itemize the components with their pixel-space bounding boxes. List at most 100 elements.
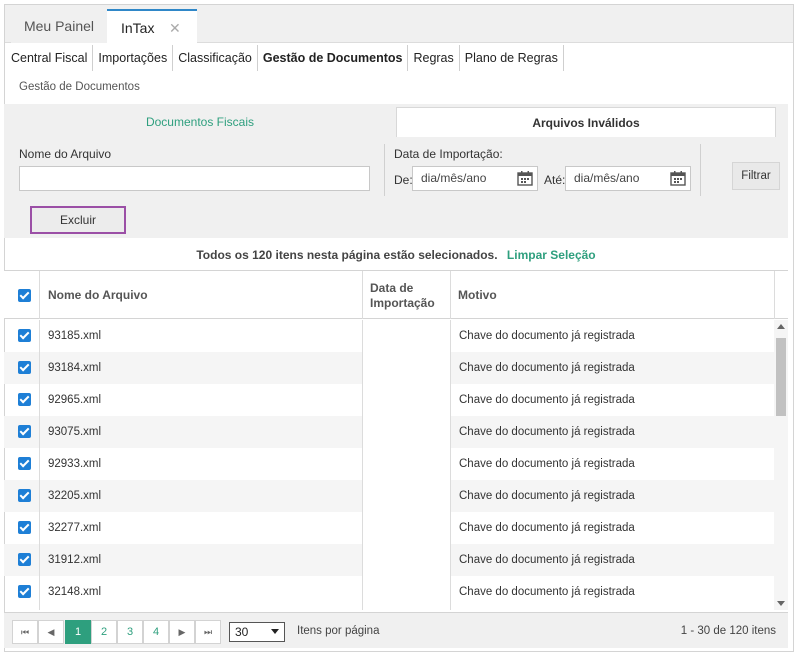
divider: [700, 144, 701, 196]
import-date-label: Data de Importação:: [394, 147, 503, 161]
column-header-reason-label: Motivo: [458, 288, 497, 302]
row-checkbox[interactable]: [18, 585, 31, 598]
table-row[interactable]: 92933.xml Chave do documento já registrad…: [4, 448, 774, 480]
close-icon[interactable]: ✕: [169, 11, 181, 45]
row-checkbox[interactable]: [18, 393, 31, 406]
filename-input[interactable]: [19, 166, 370, 191]
from-date-input[interactable]: dia/mês/ano: [412, 166, 538, 191]
column-divider: [774, 271, 775, 319]
column-divider: [39, 320, 40, 610]
delete-button[interactable]: Excluir: [30, 206, 126, 234]
grid-scrollbar[interactable]: [774, 320, 788, 610]
row-checkbox[interactable]: [18, 425, 31, 438]
next-page-button[interactable]: ▶: [169, 620, 195, 644]
column-header-filename-label: Nome do Arquivo: [48, 288, 148, 302]
column-header-reason[interactable]: Motivo: [450, 271, 774, 319]
breadcrumb: Gestão de Documentos: [19, 81, 140, 93]
from-label: De:: [394, 173, 413, 187]
tab-arquivos-invalidos[interactable]: Arquivos Inválidos: [396, 107, 776, 137]
table-row[interactable]: 93075.xml Chave do documento já registrad…: [4, 416, 774, 448]
cell-import-date: [362, 384, 450, 416]
table-row[interactable]: 92965.xml Chave do documento já registrad…: [4, 384, 774, 416]
page-button-1[interactable]: 1: [65, 620, 91, 644]
cell-import-date: [362, 512, 450, 544]
pager: ⏮ ◀ 1 2 3 4 ▶ ⏭ 30 Itens por página 1 - …: [4, 612, 788, 648]
last-page-button[interactable]: ⏭: [195, 620, 221, 644]
prev-page-button[interactable]: ◀: [38, 620, 64, 644]
cell-filename: 92933.xml: [48, 458, 102, 470]
tab-intax[interactable]: InTax ✕: [107, 9, 197, 44]
column-divider: [362, 320, 363, 610]
cell-reason: Chave do documento já registrada: [459, 586, 635, 598]
row-checkbox[interactable]: [18, 329, 31, 342]
column-header-date-line1: Data de: [370, 281, 414, 295]
table-row[interactable]: 32277.xml Chave do documento já registrad…: [4, 512, 774, 544]
scroll-thumb[interactable]: [776, 338, 786, 416]
cell-filename: 31912.xml: [48, 554, 102, 566]
select-all-checkbox[interactable]: [18, 289, 31, 302]
table-row[interactable]: 93184.xml Chave do documento já registrad…: [4, 352, 774, 384]
table-row[interactable]: 32148.xml Chave do documento já registrad…: [4, 576, 774, 608]
table-row[interactable]: 93185.xml Chave do documento já registrad…: [4, 320, 774, 352]
menu-importacoes[interactable]: Importações: [93, 45, 174, 71]
cell-filename: 32277.xml: [48, 522, 102, 534]
main-menu: Central Fiscal Importações Classificação…: [5, 45, 564, 71]
row-checkbox[interactable]: [18, 361, 31, 374]
first-page-button[interactable]: ⏮: [12, 620, 38, 644]
cell-reason: Chave do documento já registrada: [459, 458, 635, 470]
column-divider: [450, 320, 451, 610]
cell-filename: 93184.xml: [48, 362, 102, 374]
cell-filename: 93075.xml: [48, 426, 102, 438]
cell-import-date: [362, 480, 450, 512]
page-button-2[interactable]: 2: [91, 620, 117, 644]
cell-filename: 93185.xml: [48, 330, 102, 342]
top-tab-bar: Meu Painel InTax ✕: [5, 5, 793, 44]
menu-central-fiscal[interactable]: Central Fiscal: [5, 45, 94, 71]
cell-import-date: [362, 576, 450, 608]
cell-reason: Chave do documento já registrada: [459, 490, 635, 502]
calendar-icon[interactable]: [517, 170, 533, 186]
tab-documentos-fiscais[interactable]: Documentos Fiscais: [4, 107, 396, 137]
cell-filename: 92965.xml: [48, 394, 102, 406]
grid-body: 93185.xml Chave do documento já registrad…: [4, 320, 774, 610]
page-button-3[interactable]: 3: [117, 620, 143, 644]
invalid-files-grid: Nome do Arquivo Data de Importação Motiv…: [4, 270, 788, 610]
menu-regras[interactable]: Regras: [408, 45, 460, 71]
row-checkbox[interactable]: [18, 521, 31, 534]
cell-import-date: [362, 352, 450, 384]
menu-gestao-documentos[interactable]: Gestão de Documentos: [258, 45, 409, 71]
tab-intax-label: InTax: [121, 20, 155, 36]
row-checkbox[interactable]: [18, 489, 31, 502]
row-checkbox[interactable]: [18, 457, 31, 470]
menu-plano-regras[interactable]: Plano de Regras: [460, 45, 564, 71]
selection-message: Todos os 120 itens nesta página estão se…: [196, 248, 498, 262]
column-header-import-date[interactable]: Data de Importação: [362, 271, 450, 319]
column-header-filename[interactable]: Nome do Arquivo: [40, 271, 362, 319]
cell-reason: Chave do documento já registrada: [459, 522, 635, 534]
cell-import-date: [362, 320, 450, 352]
to-label: Até:: [544, 173, 566, 187]
table-row[interactable]: 32205.xml Chave do documento já registrad…: [4, 480, 774, 512]
cell-reason: Chave do documento já registrada: [459, 426, 635, 438]
clear-selection-link[interactable]: Limpar Seleção: [507, 248, 596, 262]
filename-label: Nome do Arquivo: [19, 147, 112, 161]
to-date-input[interactable]: dia/mês/ano: [565, 166, 691, 191]
table-row[interactable]: 31912.xml Chave do documento já registrad…: [4, 544, 774, 576]
calendar-icon[interactable]: [670, 170, 686, 186]
filter-button[interactable]: Filtrar: [732, 162, 780, 190]
cell-import-date: [362, 544, 450, 576]
page-size-select[interactable]: 30: [229, 622, 285, 642]
cell-reason: Chave do documento já registrada: [459, 362, 635, 374]
cell-import-date: [362, 448, 450, 480]
tab-meu-painel[interactable]: Meu Painel: [11, 9, 107, 43]
divider: [384, 144, 385, 196]
scroll-down-icon[interactable]: [777, 601, 785, 606]
page-size-label: Itens por página: [297, 625, 380, 637]
to-date-placeholder: dia/mês/ano: [574, 171, 640, 185]
selection-bar: Todos os 120 itens nesta página estão se…: [4, 240, 788, 270]
cell-reason: Chave do documento já registrada: [459, 330, 635, 342]
row-checkbox[interactable]: [18, 553, 31, 566]
menu-classificacao[interactable]: Classificação: [173, 45, 258, 71]
page-button-4[interactable]: 4: [143, 620, 169, 644]
scroll-up-icon[interactable]: [777, 324, 785, 329]
